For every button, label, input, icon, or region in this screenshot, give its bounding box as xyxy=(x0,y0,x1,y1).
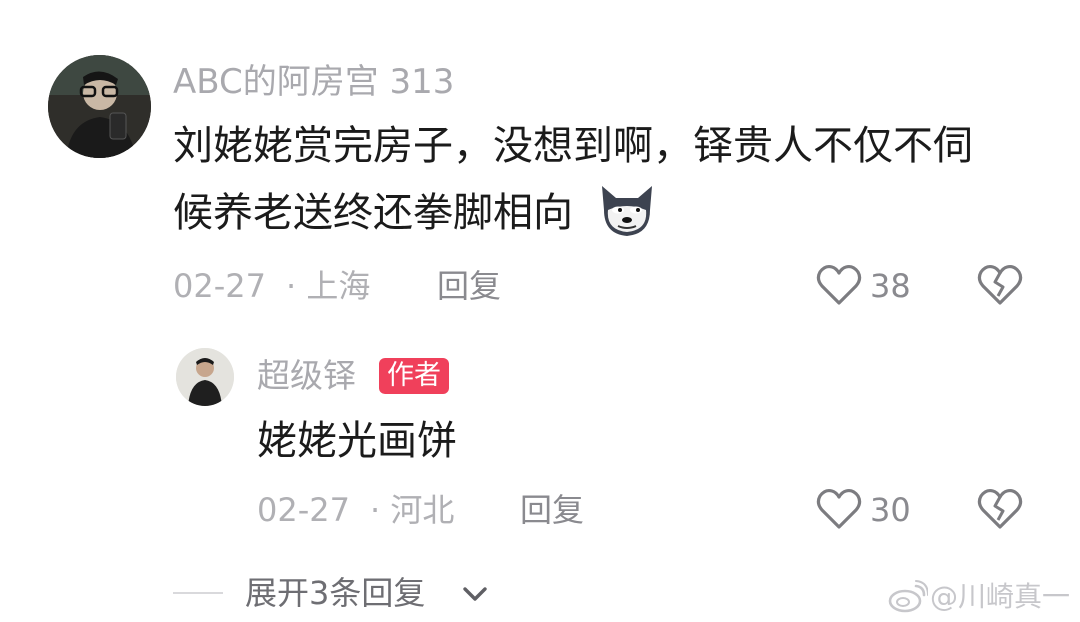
reply-text: 姥姥光画饼 xyxy=(257,418,457,464)
watermark-text: @川崎真一 xyxy=(930,580,1071,613)
weibo-logo-icon xyxy=(888,580,929,614)
comment-reply-button[interactable]: 回复 xyxy=(437,266,501,306)
expand-divider xyxy=(173,592,223,594)
chevron-down-icon[interactable] xyxy=(460,582,490,606)
reply-username[interactable]: 超级铎 xyxy=(257,356,356,396)
reply-location: · 河北 xyxy=(370,491,455,529)
heart-outline-icon[interactable] xyxy=(816,487,862,531)
reply-avatar[interactable] xyxy=(176,348,234,406)
comment-like-count: 38 xyxy=(870,267,911,305)
comment-text-line-2: 候养老送终还拳脚相向 xyxy=(173,190,573,236)
author-badge: 作者 xyxy=(379,358,449,394)
comment-text-line-1: 刘姥姥赏完房子，没想到啊，铎贵人不仅不伺 xyxy=(173,123,973,169)
reply-reply-button[interactable]: 回复 xyxy=(520,490,584,530)
broken-heart-icon[interactable] xyxy=(976,263,1024,307)
reply-date: 02-27 xyxy=(257,491,350,529)
commenter-avatar[interactable] xyxy=(48,55,151,158)
expand-replies-button[interactable]: 展开3条回复 xyxy=(245,573,425,613)
comment-location: · 上海 xyxy=(286,267,371,305)
doge-emoji-icon xyxy=(596,180,658,240)
broken-heart-icon[interactable] xyxy=(976,487,1024,531)
comment-date: 02-27 xyxy=(173,267,266,305)
heart-outline-icon[interactable] xyxy=(816,263,862,307)
reply-like-count: 30 xyxy=(870,491,911,529)
commenter-username[interactable]: ABC的阿房宫 313 xyxy=(173,62,454,102)
